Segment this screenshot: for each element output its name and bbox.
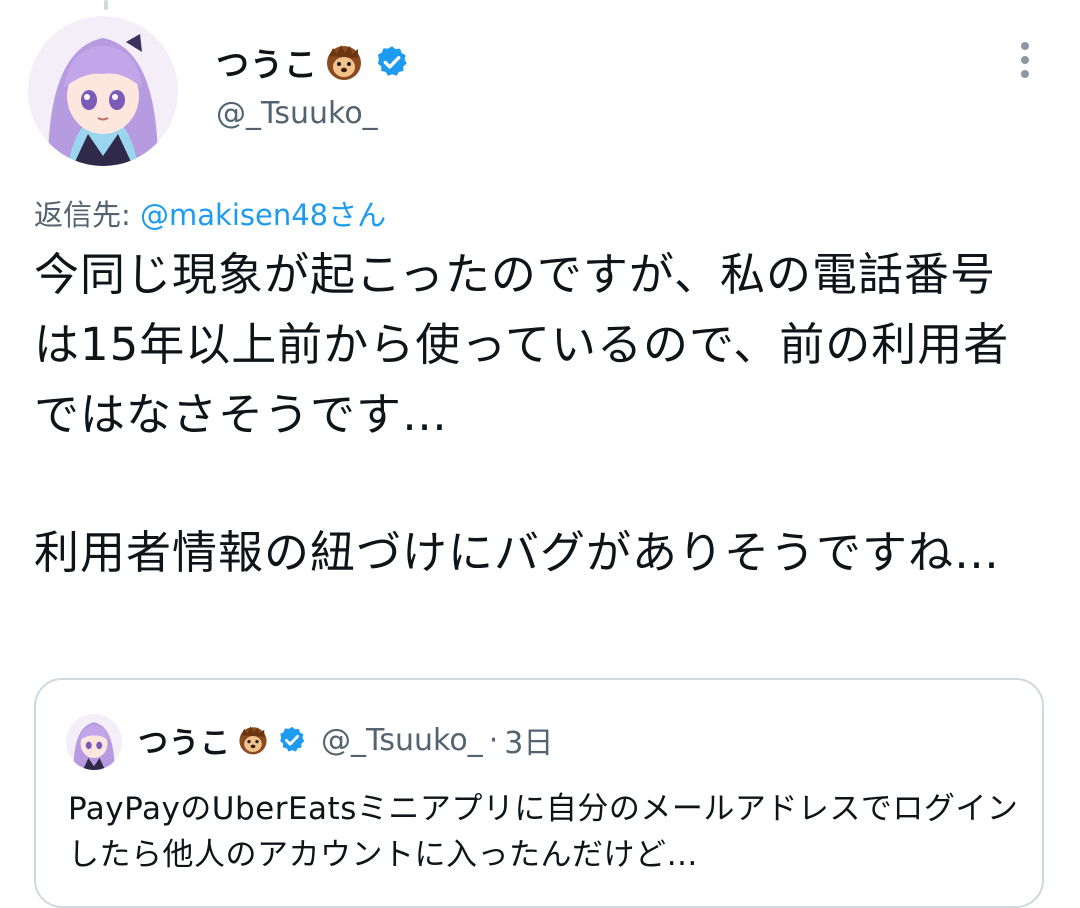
author-handle[interactable]: @_Tsuuko_ xyxy=(216,96,378,131)
thread-connector-line xyxy=(104,0,108,10)
reply-to-label: 返信先: xyxy=(34,198,140,232)
tweet-paragraph: 利用者情報の紐づけにバグがありそうですね… xyxy=(34,526,1001,579)
verified-badge-icon xyxy=(277,725,307,755)
quoted-header: つうこ @_Tsuuko_ · 3日 xyxy=(138,718,553,762)
avatar[interactable] xyxy=(28,16,178,166)
quoted-avatar[interactable] xyxy=(66,714,122,770)
quoted-display-name: つうこ xyxy=(138,726,231,761)
reply-to-line: 返信先: @makisen48さん xyxy=(34,192,386,234)
quoted-text: PayPayのUberEatsミニアプリに自分のメールアドレスでログインしたら他… xyxy=(68,791,1019,873)
more-vertical-icon-dot xyxy=(1021,70,1029,78)
tweet-paragraph: 今同じ現象が起こったのですが、私の電話番号は15年以上前から使っているので、前の… xyxy=(34,248,1010,441)
quoted-handle: @_Tsuuko_ xyxy=(321,722,483,758)
quoted-timestamp: 3日 xyxy=(504,726,554,761)
tweet-text: 今同じ現象が起こったのですが、私の電話番号は15年以上前から使っているので、前の… xyxy=(34,240,1024,588)
quoted-separator: · xyxy=(488,722,499,758)
author-line: つうこ xyxy=(216,38,410,86)
author-display-name[interactable]: つうこ xyxy=(216,38,318,86)
more-vertical-icon xyxy=(1021,42,1029,50)
hedgehog-emoji xyxy=(324,42,364,82)
reply-to-mention[interactable]: @makisen48さん xyxy=(140,198,386,232)
verified-badge-icon xyxy=(374,44,410,80)
more-options-button[interactable] xyxy=(1010,38,1040,84)
hedgehog-emoji xyxy=(237,724,269,756)
quoted-tweet-card[interactable]: つうこ @_Tsuuko_ · 3日 PayPayのUberEatsミニアプリに… xyxy=(34,678,1044,908)
more-vertical-icon-dot xyxy=(1021,56,1029,64)
